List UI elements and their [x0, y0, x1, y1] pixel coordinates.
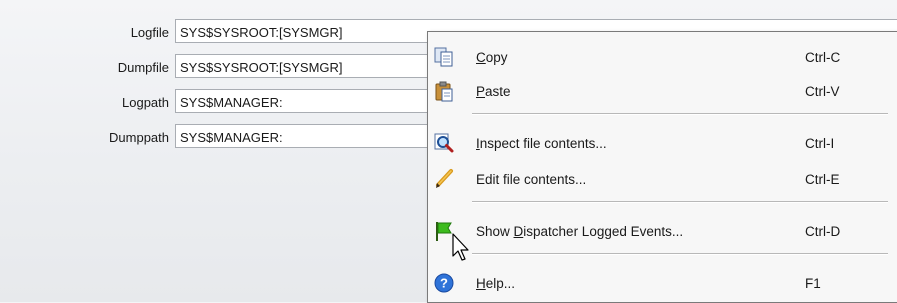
- help-icon: ?: [433, 272, 455, 294]
- menu-item-edit-label: Edit file contents...: [476, 172, 587, 187]
- menu-item-help[interactable]: ? Help... F1: [428, 265, 897, 301]
- menu-item-show-dispatcher-events-shortcut: Ctrl-D: [805, 224, 841, 239]
- menu-item-show-dispatcher-events[interactable]: Show Dispatcher Logged Events... Ctrl-D: [428, 213, 897, 249]
- menu-item-paste[interactable]: Paste Ctrl-V: [428, 73, 897, 109]
- menu-separator: [472, 201, 888, 203]
- menu-item-copy-label: Copy: [476, 50, 508, 65]
- paste-icon: [433, 80, 455, 102]
- svg-text:?: ?: [440, 276, 448, 291]
- mouse-pointer-icon: [452, 233, 469, 261]
- menu-item-paste-label: Paste: [476, 84, 511, 99]
- menu-separator: [472, 253, 888, 255]
- menu-item-inspect[interactable]: Inspect file contents... Ctrl-I: [428, 125, 897, 161]
- dumpfile-label: Dumpfile: [117, 60, 169, 75]
- menu-item-help-shortcut: F1: [805, 276, 821, 291]
- logpath-label: Logpath: [122, 95, 169, 110]
- menu-item-edit-shortcut: Ctrl-E: [805, 172, 840, 187]
- menu-item-inspect-label: Inspect file contents...: [476, 136, 607, 151]
- menu-item-copy-shortcut: Ctrl-C: [805, 50, 841, 65]
- copy-icon: [433, 46, 455, 68]
- logfile-label: Logfile: [130, 25, 169, 40]
- context-menu: Copy Ctrl-C Paste Ctrl-V Inspect file co…: [427, 31, 897, 303]
- menu-item-help-label: Help...: [476, 276, 516, 291]
- menu-item-copy[interactable]: Copy Ctrl-C: [428, 39, 897, 75]
- menu-item-inspect-shortcut: Ctrl-I: [805, 136, 835, 151]
- dumppath-label: Dumppath: [109, 130, 169, 145]
- magnifier-icon: [433, 132, 455, 154]
- menu-item-paste-shortcut: Ctrl-V: [805, 84, 840, 99]
- menu-separator: [472, 113, 888, 115]
- menu-item-show-dispatcher-events-label: Show Dispatcher Logged Events...: [476, 224, 684, 239]
- menu-item-edit[interactable]: Edit file contents... Ctrl-E: [428, 161, 897, 197]
- pencil-icon: [433, 168, 455, 190]
